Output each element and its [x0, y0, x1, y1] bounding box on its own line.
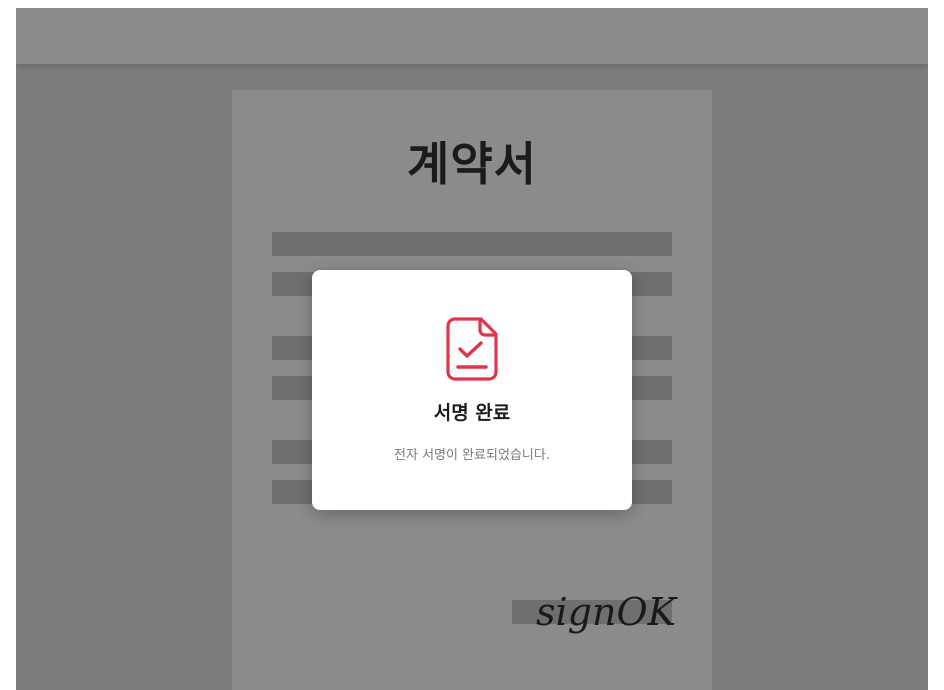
dialog-message: 전자 서명이 완료되었습니다. [394, 448, 550, 463]
dialog-title: 서명 완료 [433, 402, 511, 424]
text-line [272, 232, 672, 256]
signature-complete-dialog: 서명 완료 전자 서명이 완료되었습니다. [312, 270, 632, 510]
signature: signOK [536, 590, 676, 634]
top-bar [16, 8, 928, 64]
document-title: 계약서 [407, 137, 537, 191]
document-check-icon [446, 317, 498, 381]
